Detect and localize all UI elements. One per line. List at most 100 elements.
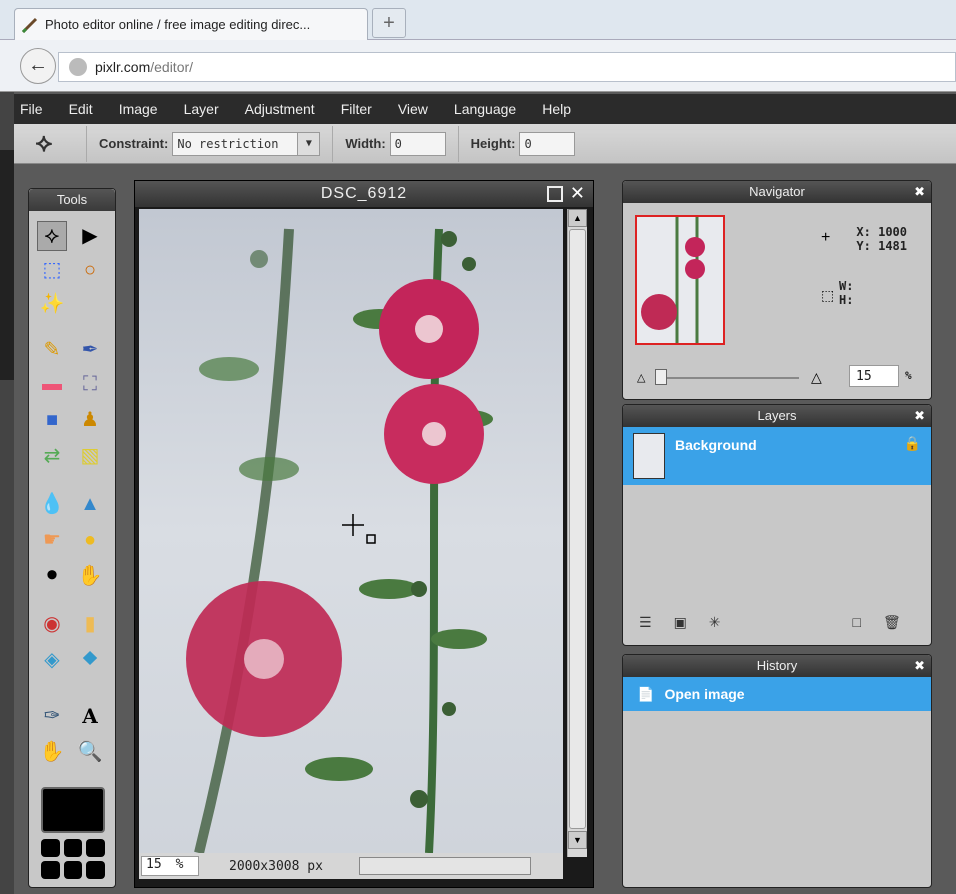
- menu-edit[interactable]: Edit: [69, 101, 93, 117]
- browser-tab[interactable]: Photo editor online / free image editing…: [14, 8, 368, 40]
- menu-image[interactable]: Image: [119, 101, 158, 117]
- lasso-icon[interactable]: ○: [75, 255, 105, 285]
- zoom-unit: %: [175, 857, 184, 872]
- menu-file[interactable]: File: [20, 101, 43, 117]
- menu-view[interactable]: View: [398, 101, 428, 117]
- scroll-down-icon[interactable]: ▼: [568, 831, 587, 849]
- move-icon[interactable]: ▶: [75, 221, 105, 251]
- chevron-down-icon[interactable]: ▼: [297, 132, 320, 155]
- zoom-field[interactable]: 15 %: [141, 856, 199, 876]
- zoom-in-icon[interactable]: △: [811, 369, 822, 386]
- sponge-icon[interactable]: ●: [75, 525, 105, 555]
- hand-icon[interactable]: ✋: [37, 737, 67, 767]
- red-eye-icon[interactable]: ◉: [37, 609, 67, 639]
- image-dimensions: 2000x3008 px: [229, 858, 323, 874]
- scroll-thumb[interactable]: [569, 229, 586, 829]
- width-field[interactable]: 0: [389, 131, 446, 156]
- menu-layer[interactable]: Layer: [184, 101, 219, 117]
- back-arrow-icon[interactable]: ←: [20, 48, 56, 84]
- magic-wand-icon[interactable]: ✨: [37, 289, 67, 319]
- browser-tab-title: Photo editor online / free image editing…: [45, 17, 311, 32]
- spot-heal-icon[interactable]: ▮: [75, 609, 105, 639]
- menu-language[interactable]: Language: [454, 101, 516, 117]
- gradient-icon[interactable]: ■: [37, 405, 67, 435]
- color-swatch[interactable]: [41, 839, 60, 857]
- navigator-panel: Navigator ✖ + X: 1000 Y: 1481 ⬚ W: H: △ △…: [622, 180, 932, 400]
- maximize-icon[interactable]: [547, 186, 563, 202]
- h-label: H:: [839, 293, 854, 307]
- bloat-icon[interactable]: ◈: [37, 645, 67, 675]
- color-swatch[interactable]: [63, 839, 83, 857]
- horizontal-scrollbar[interactable]: [358, 857, 531, 875]
- zoom-slider[interactable]: [659, 377, 799, 379]
- photo-canvas[interactable]: [139, 209, 563, 853]
- color-picker-icon[interactable]: ✑: [37, 701, 67, 731]
- pinch-icon[interactable]: ⯁: [75, 645, 105, 675]
- paint-bucket-icon[interactable]: ⛶: [75, 369, 105, 399]
- y-label: Y:: [856, 239, 871, 253]
- new-tab-button[interactable]: +: [372, 8, 406, 38]
- x-value: 1000: [878, 225, 907, 239]
- scroll-up-icon[interactable]: ▲: [568, 209, 587, 227]
- dodge-icon[interactable]: ⚫: [37, 561, 67, 591]
- tools-panel-title: Tools: [29, 189, 115, 211]
- text-icon[interactable]: A: [75, 701, 105, 731]
- color-replace-icon[interactable]: ⇄: [37, 441, 67, 471]
- tools-panel: Tools ⯎ ▶ ⬚ ○ ✨ ✎ ✒ ▬ ⛶ ■ ♟ ⇄ ▧ 💧 ▲ ☛ ● …: [28, 188, 116, 888]
- drawing-icon[interactable]: ▧: [75, 441, 105, 471]
- history-item-name: Open image: [664, 686, 745, 702]
- eraser-icon[interactable]: ▬: [37, 369, 67, 399]
- crop-icon[interactable]: ⯎: [37, 221, 67, 251]
- url-field[interactable]: pixlr.com/editor/: [58, 52, 956, 82]
- brush-icon[interactable]: ✒: [75, 335, 105, 365]
- height-field[interactable]: 0: [519, 131, 576, 156]
- color-swatch[interactable]: [63, 861, 83, 879]
- layer-row[interactable]: Background 🔒: [623, 427, 931, 485]
- smudge-icon[interactable]: ☛: [37, 525, 67, 555]
- pencil-icon[interactable]: ✎: [37, 335, 67, 365]
- layer-styles-icon[interactable]: ✳: [709, 614, 721, 631]
- divider: [457, 125, 459, 162]
- color-swatch[interactable]: [41, 861, 60, 879]
- new-layer-icon[interactable]: □: [853, 614, 861, 630]
- sharpen-icon[interactable]: ▲: [75, 489, 105, 519]
- foreground-color-swatch[interactable]: [41, 787, 105, 833]
- navigator-zoom-field[interactable]: 15: [849, 365, 899, 387]
- menu-filter[interactable]: Filter: [341, 101, 372, 117]
- zoom-icon[interactable]: 🔍: [75, 737, 105, 767]
- blur-icon[interactable]: 💧: [37, 489, 67, 519]
- layers-title: Layers: [757, 408, 797, 423]
- menu-help[interactable]: Help: [542, 101, 571, 117]
- url-path: /editor/: [150, 59, 194, 75]
- trash-icon[interactable]: 🗑: [883, 614, 901, 631]
- close-icon[interactable]: ✖: [914, 181, 925, 203]
- layers-panel: Layers ✖ Background 🔒 ☰ ▣ ✳ □ 🗑: [622, 404, 932, 646]
- navigator-title: Navigator: [749, 184, 805, 199]
- layer-name: Background: [675, 437, 757, 453]
- constraint-select[interactable]: No restriction ▼: [172, 131, 321, 156]
- zoom-slider-handle[interactable]: [655, 369, 667, 385]
- color-swatch[interactable]: [86, 861, 105, 879]
- height-label: Height:: [470, 136, 516, 151]
- clone-stamp-icon[interactable]: ♟: [75, 405, 105, 435]
- size-readout: W: H:: [839, 279, 853, 307]
- burn-icon[interactable]: ✋: [75, 561, 105, 591]
- menu-adjustment[interactable]: Adjustment: [245, 101, 315, 117]
- url-text: pixlr.com/editor/: [95, 59, 193, 75]
- constraint-label: Constraint:: [99, 136, 169, 151]
- vertical-scrollbar[interactable]: ▲ ▼: [567, 209, 587, 857]
- navigator-thumbnail[interactable]: [635, 215, 725, 345]
- marquee-icon[interactable]: ⬚: [37, 255, 67, 285]
- layer-settings-icon[interactable]: ☰: [639, 614, 652, 631]
- photo-image: [186, 228, 493, 853]
- close-icon[interactable]: ✖: [914, 405, 925, 427]
- document-icon: 📄: [637, 685, 655, 702]
- lock-icon[interactable]: 🔒: [904, 435, 921, 452]
- close-icon[interactable]: ✕: [570, 183, 585, 204]
- zoom-out-icon[interactable]: △: [637, 371, 645, 384]
- history-row[interactable]: 📄 Open image: [623, 677, 931, 711]
- width-label: Width:: [345, 136, 386, 151]
- layer-mask-icon[interactable]: ▣: [674, 614, 687, 631]
- color-swatch[interactable]: [86, 839, 105, 857]
- close-icon[interactable]: ✖: [914, 655, 925, 677]
